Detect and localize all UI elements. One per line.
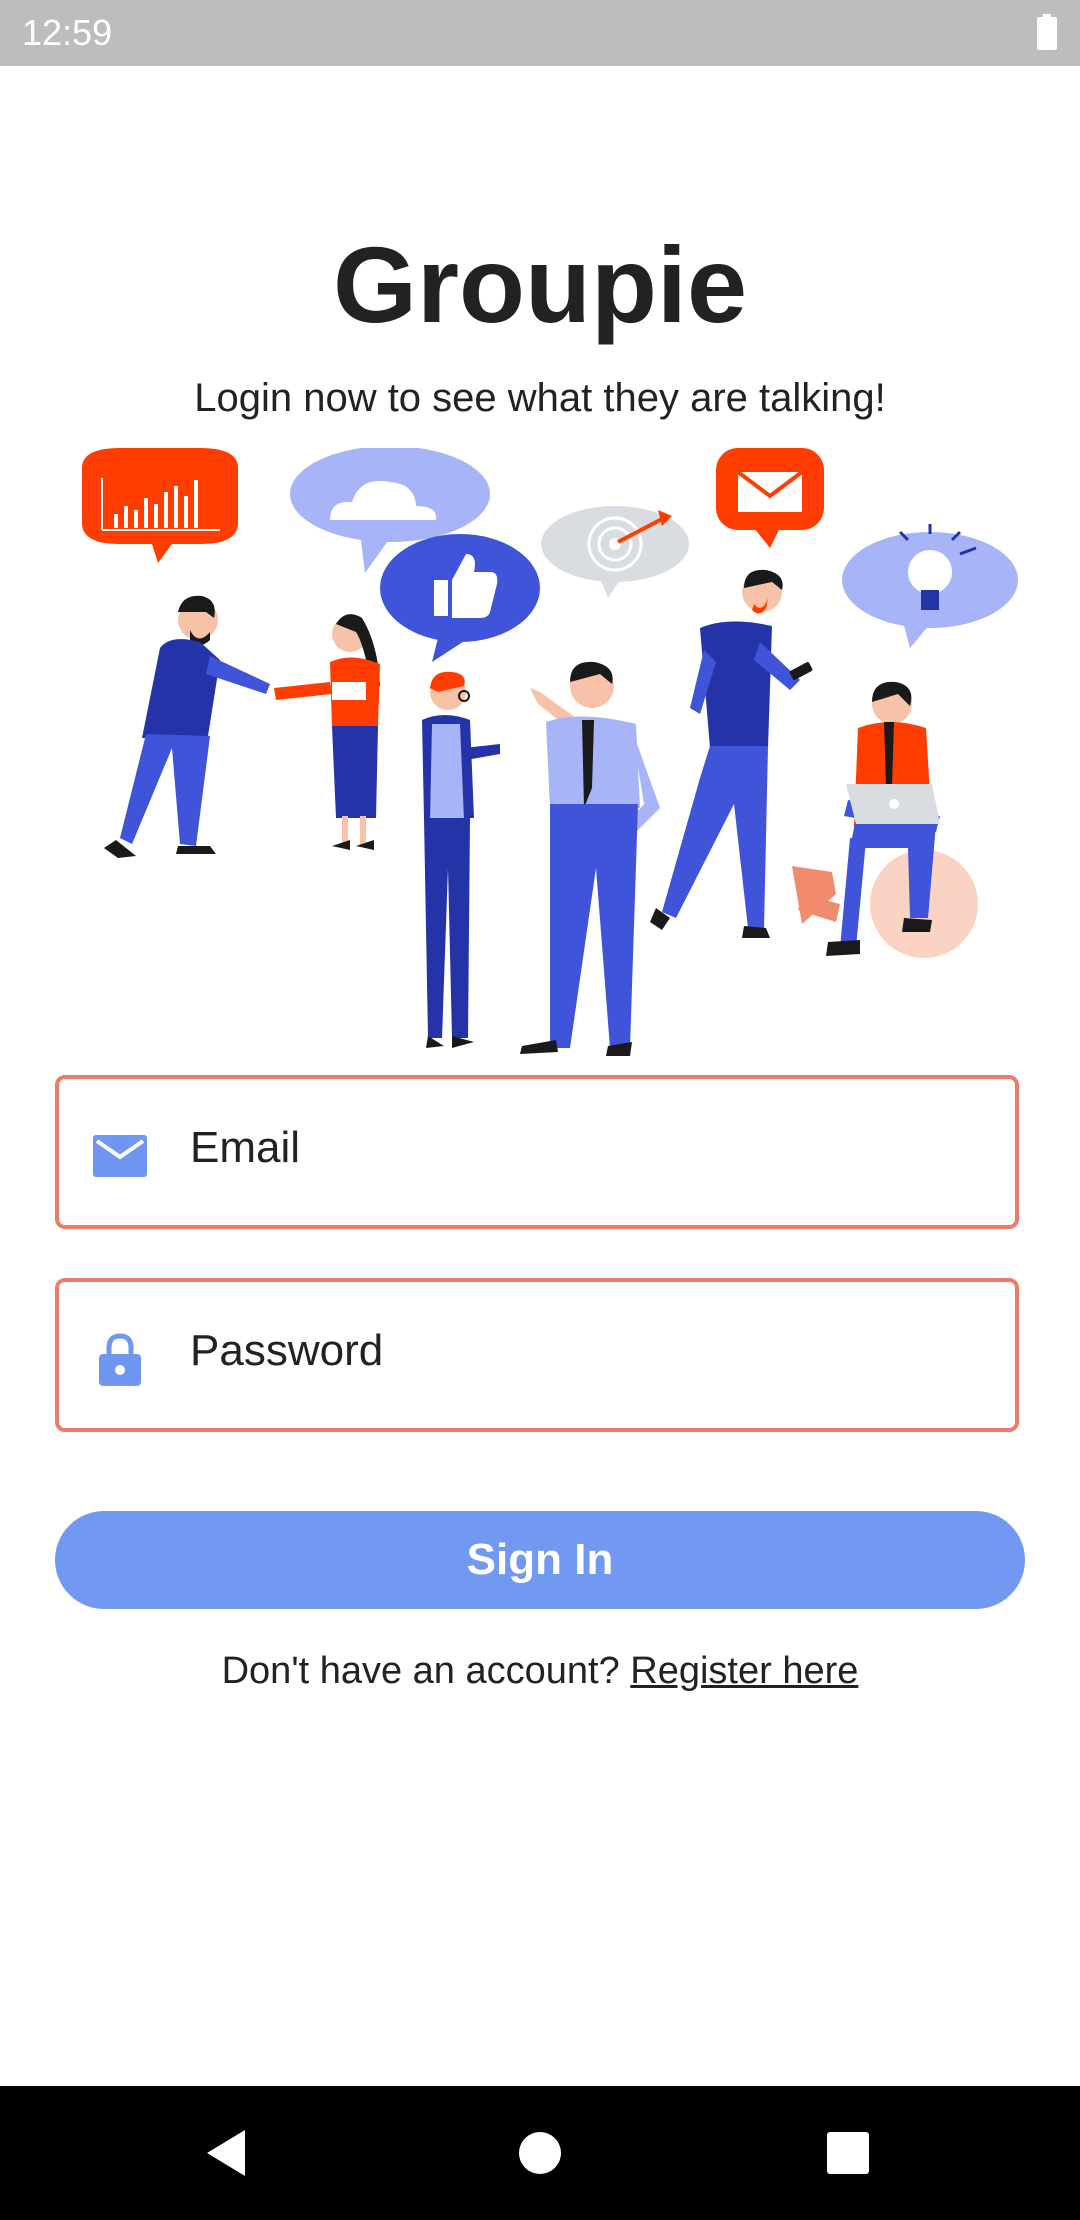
person-woman-orange xyxy=(274,614,380,850)
lightbulb-bubble-icon xyxy=(842,524,1018,648)
team-illustration xyxy=(82,448,1018,1056)
navigation-bar xyxy=(0,2086,1080,2220)
register-row: Don't have an account? Register here xyxy=(0,1650,1080,1693)
mail-bubble-icon xyxy=(716,448,824,548)
home-circle-icon[interactable] xyxy=(509,2122,571,2184)
app-title: Groupie xyxy=(332,224,748,345)
email-input[interactable] xyxy=(190,1123,970,1173)
target-bubble-icon xyxy=(541,506,689,598)
email-field[interactable] xyxy=(55,1075,1019,1229)
status-time: 12:59 xyxy=(22,12,113,53)
mail-icon xyxy=(93,1135,147,1177)
chart-bubble-icon xyxy=(82,448,238,563)
thumbs-up-bubble-icon xyxy=(380,534,540,662)
person-handshake-man xyxy=(104,595,270,858)
recents-square-icon[interactable] xyxy=(817,2122,879,2184)
person-man-phone xyxy=(650,569,813,938)
battery-icon xyxy=(1037,14,1057,50)
app-subtitle: Login now to see what they are talking! xyxy=(194,376,886,420)
register-link[interactable]: Register here xyxy=(630,1650,858,1692)
status-bar: 12:59 xyxy=(0,0,1080,66)
sign-in-button[interactable]: Sign In xyxy=(55,1511,1025,1609)
person-seated-laptop xyxy=(792,681,978,958)
register-prompt: Don't have an account? xyxy=(221,1650,620,1692)
lock-icon xyxy=(99,1333,141,1386)
person-redhead-woman xyxy=(422,671,500,1048)
person-man-light-shirt xyxy=(520,661,660,1056)
password-input[interactable] xyxy=(190,1326,970,1376)
password-field[interactable] xyxy=(55,1278,1019,1432)
back-triangle-icon[interactable] xyxy=(195,2122,257,2184)
